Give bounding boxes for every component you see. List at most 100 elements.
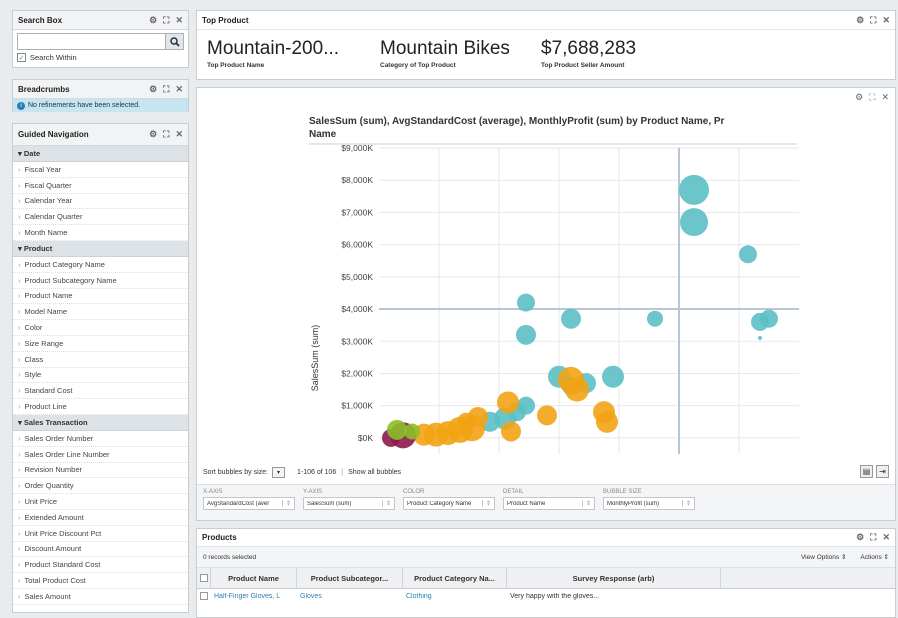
gear-icon[interactable]: ⚙ xyxy=(149,84,157,95)
nav-item-unit-price[interactable]: Unit Price xyxy=(13,494,188,510)
print-icon[interactable]: ▤ xyxy=(860,465,873,478)
bubble-chart: SalesSum (sum), AvgStandardCost (average… xyxy=(309,116,799,454)
gear-icon[interactable]: ⚙ xyxy=(856,532,864,543)
shelf-bar: X-AXIS AvgStandardCost (aver ⇕ Y-AXIS Sal… xyxy=(197,484,895,520)
bubble-components[interactable] xyxy=(565,377,589,402)
expand-icon[interactable]: ⛶ xyxy=(870,532,876,543)
nav-item-product-line[interactable]: Product Line xyxy=(13,399,188,415)
nav-item-style[interactable]: Style xyxy=(13,368,188,384)
nav-item-class[interactable]: Class xyxy=(13,352,188,368)
y-tick-label: $0K xyxy=(358,433,373,443)
nav-item-extended-amount[interactable]: Extended Amount xyxy=(13,510,188,526)
nav-item-calendar-year[interactable]: Calendar Year xyxy=(13,194,188,210)
close-icon[interactable]: ✕ xyxy=(175,15,183,26)
column-product-name[interactable]: Product Name xyxy=(211,568,297,588)
bubble-bikes[interactable] xyxy=(602,365,624,388)
nav-item-month-name[interactable]: Month Name xyxy=(13,225,188,241)
column-survey-response[interactable]: Survey Response (arb) xyxy=(507,568,721,588)
nav-item-color[interactable]: Color xyxy=(13,320,188,336)
records-selected: 0 records selected xyxy=(203,553,257,561)
expand-icon[interactable]: ⛶ xyxy=(163,129,169,140)
bubble-clothing[interactable] xyxy=(404,423,420,440)
nav-section-sales-transaction[interactable]: ▾ Sales Transaction xyxy=(13,414,188,431)
bubble-bikes[interactable] xyxy=(758,336,762,341)
info-icon: i xyxy=(17,101,25,110)
metric-top-seller-amount: $7,688,283 Top Product Seller Amount xyxy=(541,38,637,69)
actions-button[interactable]: Actions ⇕ xyxy=(860,553,889,561)
bubble-bikes[interactable] xyxy=(760,309,778,328)
search-box-title: Search Box xyxy=(18,15,63,25)
column-product-subcategory[interactable]: Product Subcategor... xyxy=(297,568,403,588)
nav-item-discount-amount[interactable]: Discount Amount xyxy=(13,542,188,558)
row-subcategory[interactable]: Gloves xyxy=(297,593,403,600)
nav-section-date[interactable]: ▾ Date xyxy=(13,146,188,162)
bubble-bikes[interactable] xyxy=(517,293,535,312)
close-icon[interactable]: ✕ xyxy=(175,84,183,95)
gear-icon[interactable]: ⚙ xyxy=(149,129,157,140)
bubble-clothing[interactable] xyxy=(387,419,407,440)
nav-item-product-name[interactable]: Product Name xyxy=(13,289,188,305)
shelf-color: COLOR Product Category Name ⇕ xyxy=(403,489,495,516)
select-all-checkbox[interactable] xyxy=(197,568,211,588)
nav-item-sales-order-line-number[interactable]: Sales Order Line Number xyxy=(13,447,188,463)
bubble-bikes[interactable] xyxy=(516,324,536,345)
shelf-x-axis-field[interactable]: AvgStandardCost (aver ⇕ xyxy=(203,497,295,510)
bubble-bikes[interactable] xyxy=(739,245,757,264)
sort-dropdown[interactable]: ▾ xyxy=(271,467,285,478)
bubble-components[interactable] xyxy=(497,391,519,414)
nav-item-fiscal-quarter[interactable]: Fiscal Quarter xyxy=(13,178,188,194)
gear-icon[interactable]: ⚙ xyxy=(149,15,157,26)
close-icon[interactable]: ✕ xyxy=(882,15,890,26)
search-input[interactable] xyxy=(17,33,166,50)
nav-item-model-name[interactable]: Model Name xyxy=(13,304,188,321)
nav-item-fiscal-year[interactable]: Fiscal Year xyxy=(13,162,188,178)
products-table-header: Product Name Product Subcategor... Produ… xyxy=(197,568,895,589)
bubble-components[interactable] xyxy=(501,421,521,442)
shelf-color-field[interactable]: Product Category Name ⇕ xyxy=(403,497,495,510)
nav-item-sales-amount[interactable]: Sales Amount xyxy=(13,589,188,605)
nav-item-total-product-cost[interactable]: Total Product Cost xyxy=(13,573,188,589)
row-product-name[interactable]: Half-Finger Gloves, L xyxy=(211,593,297,600)
bubble-bikes[interactable] xyxy=(680,208,708,237)
bubble-bikes[interactable] xyxy=(679,174,709,205)
shelf-y-axis-field[interactable]: SalesSum (sum) ⇕ xyxy=(303,497,395,510)
table-row[interactable]: Half-Finger Gloves, L Gloves Clothing Ve… xyxy=(197,589,895,603)
nav-item-revision-number[interactable]: Revision Number xyxy=(13,463,188,479)
export-icon[interactable]: ⇥ xyxy=(876,465,889,478)
top-product-panel: Top Product ⚙ ⛶ ✕ Mountain-200... Top Pr… xyxy=(196,10,896,80)
shelf-detail-field[interactable]: Product Name ⇕ xyxy=(503,497,595,510)
bubble-components[interactable] xyxy=(596,410,618,433)
bubble-components[interactable] xyxy=(537,405,557,426)
expand-icon[interactable]: ⛶ xyxy=(163,15,169,26)
row-checkbox[interactable] xyxy=(200,592,208,600)
guided-navigation-title: Guided Navigation xyxy=(18,130,89,139)
nav-item-calendar-quarter[interactable]: Calendar Quarter xyxy=(13,209,188,226)
bubble-bikes[interactable] xyxy=(647,310,663,327)
view-options-button[interactable]: View Options ⇕ xyxy=(801,553,846,561)
expand-icon[interactable]: ⛶ xyxy=(163,84,169,95)
show-all-link[interactable]: Show all bubbles xyxy=(348,469,401,476)
sort-bar: Sort bubbles by size: ▾ 1-106 of 106 | S… xyxy=(203,467,402,478)
search-within-checkbox[interactable]: ✓ xyxy=(17,53,26,62)
search-box-panel: Search Box ⚙ ⛶ ✕ ✓ Search Within xyxy=(12,10,189,68)
row-category[interactable]: Clothing xyxy=(403,593,507,600)
nav-item-standard-cost[interactable]: Standard Cost xyxy=(13,383,188,400)
close-icon[interactable]: ✕ xyxy=(175,129,183,140)
expand-icon[interactable]: ⛶ xyxy=(870,15,876,26)
nav-item-sales-order-number[interactable]: Sales Order Number xyxy=(13,431,188,447)
nav-item-product-category-name[interactable]: Product Category Name xyxy=(13,257,188,273)
nav-item-size-range[interactable]: Size Range xyxy=(13,336,188,352)
bubble-bikes[interactable] xyxy=(561,308,581,329)
close-icon[interactable]: ✕ xyxy=(882,532,890,543)
nav-item-order-quantity[interactable]: Order Quantity xyxy=(13,478,188,495)
nav-item-unit-price-discount-pct[interactable]: Unit Price Discount Pct xyxy=(13,526,188,542)
search-button[interactable] xyxy=(166,33,184,50)
shelf-bubble-size-field[interactable]: MonthlyProfit (sum) ⇕ xyxy=(603,497,695,510)
gear-icon[interactable]: ⚙ xyxy=(856,15,864,26)
nav-section-product[interactable]: ▾ Product xyxy=(13,240,188,257)
bubble-components[interactable] xyxy=(457,412,475,431)
y-tick-label: $2,000K xyxy=(341,368,373,378)
nav-item-product-subcategory-name[interactable]: Product Subcategory Name xyxy=(13,273,188,289)
nav-item-product-standard-cost[interactable]: Product Standard Cost xyxy=(13,557,188,574)
column-product-category[interactable]: Product Category Na... xyxy=(403,568,507,588)
